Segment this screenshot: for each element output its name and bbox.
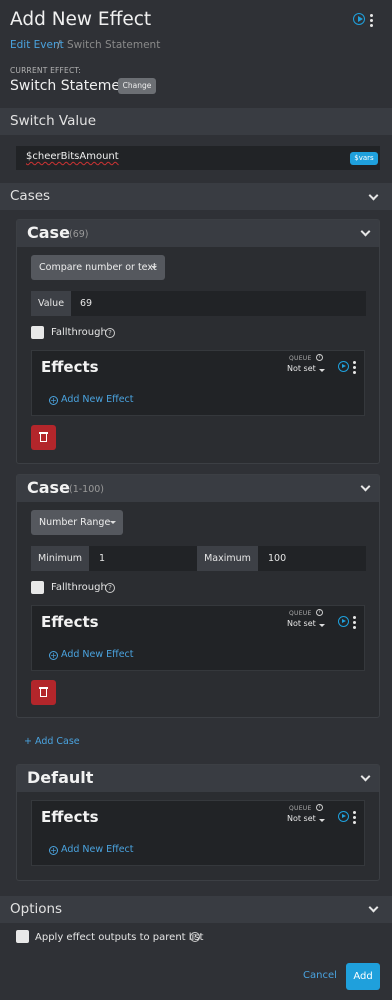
breadcrumb-current: Switch Statement <box>67 39 161 51</box>
switch-value-input[interactable]: $cheerBitsAmount $vars <box>16 146 380 170</box>
cases-section-header[interactable]: Cases <box>0 183 392 210</box>
compare-type-label: Compare number or text <box>39 262 157 273</box>
page-title: Add New Effect <box>10 9 152 30</box>
help-icon[interactable]: ? <box>105 583 115 593</box>
help-icon[interactable]: ? <box>316 804 323 811</box>
caret-down-icon <box>110 521 116 524</box>
options-section-label: Options <box>10 901 63 917</box>
value-label: Value <box>31 291 71 316</box>
effects-title: Effects <box>41 358 99 376</box>
effects-panel: Effects QUEUE ? Not set + Add New Effect <box>31 350 365 416</box>
effects-title: Effects <box>41 808 99 826</box>
fallthrough-checkbox[interactable] <box>31 326 44 339</box>
minimum-input[interactable]: 1 <box>99 546 105 571</box>
fallthrough-label: Fallthrough <box>51 582 107 593</box>
minimum-label: Minimum <box>31 546 89 571</box>
switch-value-text: $cheerBitsAmount <box>26 151 119 162</box>
play-icon[interactable] <box>338 361 349 372</box>
kebab-menu-icon[interactable] <box>370 14 374 29</box>
cancel-button[interactable]: Cancel <box>303 970 337 981</box>
vars-button[interactable]: $vars <box>350 152 378 165</box>
help-icon[interactable]: ? <box>190 932 200 942</box>
queue-label: QUEUE <box>289 805 312 812</box>
value-field[interactable]: Value 69 <box>31 291 366 316</box>
plus-circle-icon: + <box>49 396 58 405</box>
queue-select[interactable]: Not set <box>287 619 316 628</box>
case-header[interactable]: Case (69) <box>17 220 379 247</box>
kebab-menu-icon[interactable] <box>353 616 357 631</box>
add-case-label: Add Case <box>34 736 80 747</box>
current-effect-name: Switch Statement <box>10 78 135 94</box>
maximum-input[interactable]: 100 <box>268 546 286 571</box>
plus-icon: + <box>24 736 35 747</box>
default-case-header[interactable]: Default <box>17 765 379 792</box>
value-input[interactable]: 69 <box>80 291 92 316</box>
kebab-menu-icon[interactable] <box>353 361 357 376</box>
add-new-effect-link[interactable]: + Add New Effect <box>49 844 134 855</box>
switch-value-section-label: Switch Value <box>10 113 96 129</box>
play-icon[interactable] <box>353 13 365 25</box>
effects-panel: Effects QUEUE ? Not set + Add New Effect <box>31 800 365 866</box>
add-new-effect-link[interactable]: + Add New Effect <box>49 649 134 660</box>
cases-section-label: Cases <box>10 188 51 204</box>
case-title: Case <box>27 223 70 242</box>
kebab-menu-icon[interactable] <box>353 811 357 826</box>
effects-panel: Effects QUEUE ? Not set + Add New Effect <box>31 605 365 671</box>
apply-outputs-label: Apply effect outputs to parent list <box>35 932 204 943</box>
case-title: Case <box>27 478 70 497</box>
plus-circle-icon: + <box>49 651 58 660</box>
fallthrough-label: Fallthrough <box>51 327 107 338</box>
help-icon[interactable]: ? <box>316 609 323 616</box>
compare-type-dropdown[interactable]: Number Range <box>31 510 123 535</box>
current-effect-label: CURRENT EFFECT: <box>10 66 82 75</box>
caret-down-icon[interactable] <box>319 369 325 372</box>
add-new-effect-label: Add New Effect <box>61 394 134 405</box>
play-icon[interactable] <box>338 811 349 822</box>
play-icon[interactable] <box>338 616 349 627</box>
switch-value-section-header[interactable]: Switch Value <box>0 108 392 135</box>
add-new-effect-label: Add New Effect <box>61 844 134 855</box>
add-new-effect-label: Add New Effect <box>61 649 134 660</box>
range-field: Minimum 1 Maximum 100 <box>31 546 366 571</box>
queue-label: QUEUE <box>289 355 312 362</box>
queue-label: QUEUE <box>289 610 312 617</box>
apply-outputs-checkbox[interactable] <box>16 930 29 943</box>
default-case-title: Default <box>27 768 94 787</box>
case-header[interactable]: Case (1-100) <box>17 475 379 502</box>
case-subtitle: (1-100) <box>69 484 105 495</box>
plus-circle-icon: + <box>49 846 58 855</box>
delete-case-button[interactable] <box>31 425 56 450</box>
queue-select[interactable]: Not set <box>287 814 316 823</box>
effects-title: Effects <box>41 613 99 631</box>
case-card: Case (69) Compare number or text Value 6… <box>16 219 380 464</box>
case-subtitle: (69) <box>69 229 89 240</box>
maximum-label: Maximum <box>197 546 258 571</box>
breadcrumb-link-edit-event[interactable]: Edit Event <box>10 39 64 51</box>
change-effect-button[interactable]: Change <box>118 78 156 94</box>
default-case-card: Default Effects QUEUE ? Not set + Add New… <box>16 764 380 881</box>
compare-type-dropdown[interactable]: Compare number or text <box>31 255 165 280</box>
options-section-header[interactable]: Options <box>0 896 392 923</box>
add-button[interactable]: Add <box>346 963 380 990</box>
breadcrumb-separator: / <box>57 39 61 51</box>
case-card: Case (1-100) Number Range Minimum 1 Maxi… <box>16 474 380 718</box>
fallthrough-checkbox[interactable] <box>31 581 44 594</box>
compare-type-label: Number Range <box>39 517 111 528</box>
add-new-effect-link[interactable]: + Add New Effect <box>49 394 134 405</box>
caret-down-icon[interactable] <box>319 624 325 627</box>
help-icon[interactable]: ? <box>316 354 323 361</box>
caret-down-icon <box>151 266 157 269</box>
delete-case-button[interactable] <box>31 680 56 705</box>
add-case-link[interactable]: + Add Case <box>24 736 80 747</box>
queue-select[interactable]: Not set <box>287 364 316 373</box>
help-icon[interactable]: ? <box>105 328 115 338</box>
caret-down-icon[interactable] <box>319 819 325 822</box>
